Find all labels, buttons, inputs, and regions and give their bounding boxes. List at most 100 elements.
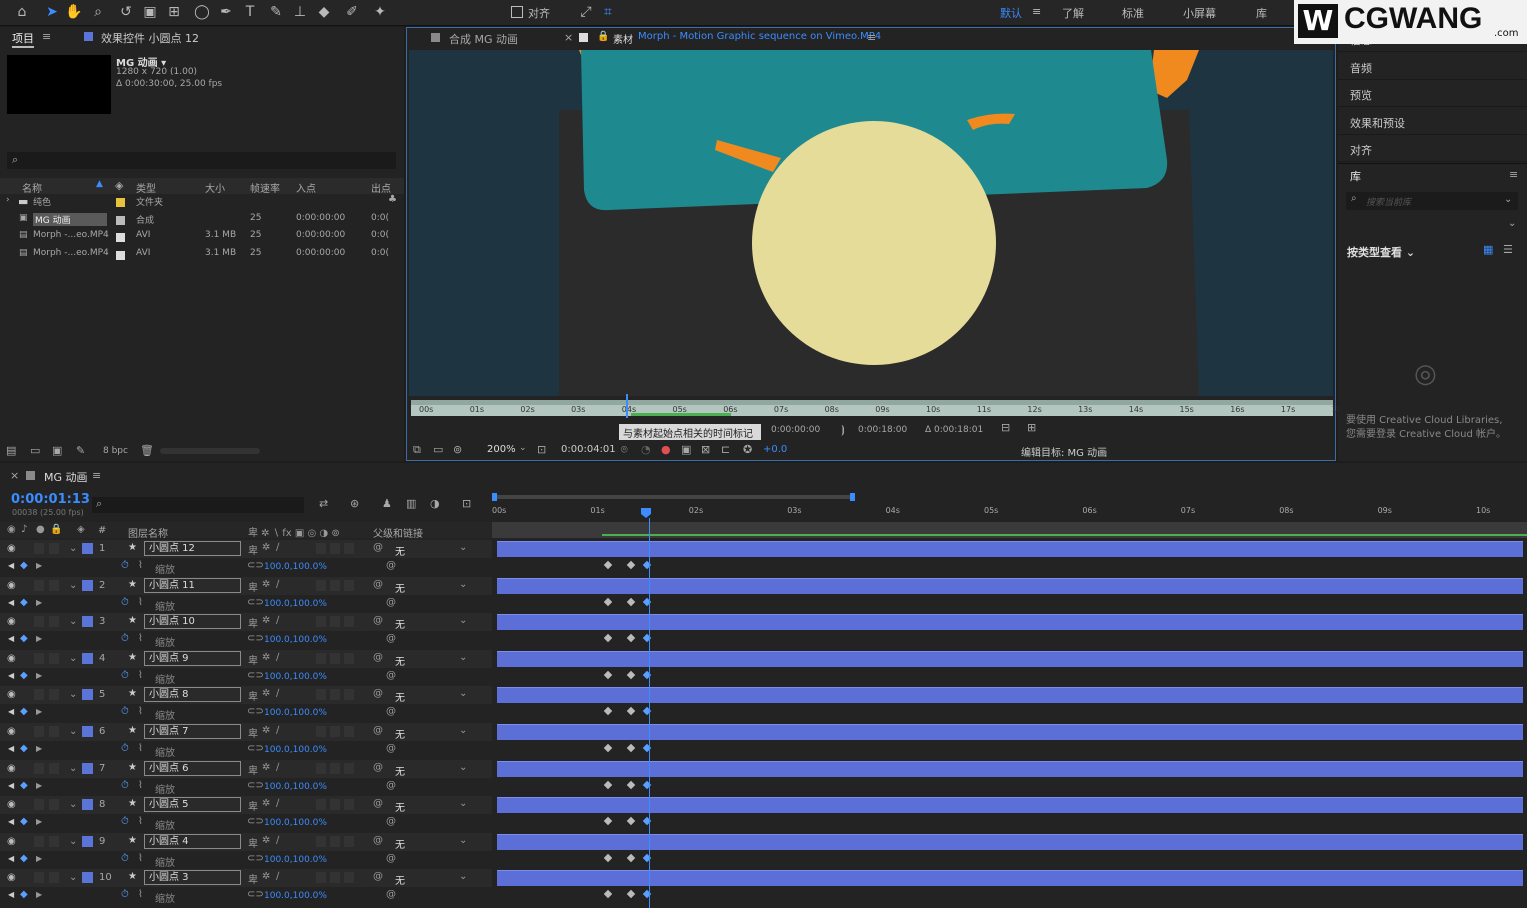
parent-select[interactable]: 无 [395,763,405,778]
layer-label-color[interactable] [82,579,93,591]
stopwatch-icon[interactable]: ⏱ [121,853,129,864]
right-panel-item[interactable]: 音频 [1350,60,1372,76]
item-label-color[interactable] [116,215,125,225]
motion-blur-switch[interactable] [330,543,340,554]
keyframe[interactable] [603,633,613,643]
3d-switch[interactable] [344,543,354,554]
add-keyframe-icon[interactable]: ◆ [20,743,28,754]
fx-switch[interactable] [316,726,326,737]
expand-chevron-down-icon[interactable]: ⌄ [69,689,77,700]
item-label-color[interactable] [116,233,125,242]
next-keyframe-icon[interactable]: ▶ [36,781,42,790]
graph-icon[interactable]: ⌇ [138,889,143,900]
solo-toggle[interactable] [34,726,44,737]
pick-whip-icon[interactable]: @ [373,762,383,773]
expand-chevron-down-icon[interactable]: ⌄ [69,580,77,591]
prev-keyframe-icon[interactable]: ◀ [8,854,14,863]
layer-duration-bar[interactable] [497,870,1523,887]
zoom-select[interactable]: 200% [487,444,516,455]
pan-behind-tool-icon[interactable]: ⊞ [164,3,184,21]
layer-duration-bar[interactable] [497,650,1523,667]
lock-toggle[interactable] [49,726,59,737]
prev-keyframe-icon[interactable]: ◀ [8,671,14,680]
stopwatch-icon[interactable]: ⏱ [121,633,129,644]
parent-chevron-down-icon[interactable]: ⌄ [459,835,467,846]
shape-tool-icon[interactable]: ◯ [192,3,212,21]
snapshot-icon[interactable]: ⌾ [621,443,628,457]
expand-chevron-down-icon[interactable]: ⌄ [69,543,77,554]
tab-footage[interactable]: Morph - Motion Graphic sequence on Vimeo… [638,31,881,42]
layer-label-color[interactable] [82,762,93,774]
motion-blur-switch[interactable] [330,616,340,628]
graph-icon[interactable]: ⌇ [138,560,143,571]
parent-select[interactable]: 无 [395,836,405,851]
parent-select[interactable]: 无 [395,616,405,631]
layer-label-color[interactable] [82,652,93,664]
solo-toggle[interactable] [34,579,44,591]
viewer-canvas[interactable] [409,50,1333,396]
layer-row[interactable]: ◉ ⌄ 7 ★ 小圆点 6 卑 ✲ ∕ @ 无 ⌄ ◀ ◆ ▶ ⏱ ⌇ 缩放 ⊂⊃ 100.0,100.0% @ [0,759,1527,797]
shy-switch-icon[interactable]: 卑 [248,835,258,850]
eye-icon[interactable]: ◉ [7,836,16,847]
expand-chevron-down-icon[interactable]: ⌄ [69,799,77,810]
viewer-menu-icon[interactable]: ≡ [867,31,876,44]
solo-toggle[interactable] [34,799,44,811]
trash-icon[interactable]: 🗑 [140,444,154,457]
next-keyframe-icon[interactable]: ▶ [36,744,42,753]
prev-keyframe-icon[interactable]: ◀ [8,707,14,716]
layer-name[interactable]: 小圆点 7 [144,724,241,739]
quality-switch-icon[interactable]: ∕ [276,835,279,846]
layer-name[interactable]: 小圆点 12 [144,541,241,556]
transparency-grid-icon[interactable]: ⊠ [701,443,710,456]
prev-keyframe-icon[interactable]: ◀ [8,890,14,899]
shy-switch-icon[interactable]: 卑 [248,871,258,886]
fx-switch[interactable] [316,872,326,884]
parent-chevron-down-icon[interactable]: ⌄ [459,652,467,663]
snap-grid-icon[interactable]: ⌗ [598,3,618,21]
fx-switch[interactable] [316,579,326,591]
graph-icon[interactable]: ⌇ [138,743,143,754]
in-point-time[interactable]: 0:00:00:00 [771,425,820,435]
layer-name[interactable]: 小圆点 11 [144,577,241,593]
expression-icon[interactable]: @ [386,560,396,571]
item-label-color[interactable] [116,198,125,207]
motion-blur-switch[interactable] [330,872,340,884]
keyframe[interactable] [603,890,613,899]
keyframe[interactable] [626,633,636,643]
add-keyframe-icon[interactable]: ◆ [20,889,28,900]
constrain-proportions-icon[interactable]: ⊂⊃ [247,816,264,827]
parent-select[interactable]: 无 [395,689,405,704]
shy-switch-icon[interactable]: 卑 [248,725,258,740]
hand-tool-icon[interactable]: ✋ [64,3,84,21]
parent-chevron-down-icon[interactable]: ⌄ [459,579,467,590]
quality-switch-icon[interactable]: ∕ [276,871,279,882]
collapse-switch-icon[interactable]: ✲ [262,835,270,846]
layer-row[interactable]: ◉ ⌄ 1 ★ 小圆点 12 卑 ✲ ∕ @ 无 ⌄ ◀ ◆ ▶ ⏱ ⌇ 缩放 ⊂⊃ 100.0,100.0% @ [0,540,1527,577]
parent-select[interactable]: 无 [395,872,405,887]
col-fps[interactable]: 帧速率 [250,180,280,195]
viewer-current-time[interactable]: 0:00:04:01 [561,444,616,455]
graph-icon[interactable]: ⌇ [138,853,143,864]
fx-switch[interactable] [316,616,326,628]
fx-switch[interactable] [316,652,326,664]
work-area-end[interactable] [850,493,855,501]
collapse-switch-icon[interactable]: ✲ [262,762,270,773]
parent-select[interactable]: 无 [395,799,405,814]
collapse-switch-icon[interactable]: ✲ [262,688,270,699]
col-in-point[interactable]: 入点 [296,180,316,195]
graph-icon[interactable]: ⌇ [138,816,143,827]
item-name[interactable]: Morph -...eo.MP4 [33,248,109,258]
layer-row[interactable]: ◉ ⌄ 10 ★ 小圆点 3 卑 ✲ ∕ @ 无 ⌄ ◀ ◆ ▶ ⏱ ⌇ 缩放 ⊂⊃ 100.0,100.0% @ [0,869,1527,906]
graph-icon[interactable]: ⌇ [138,780,143,791]
home-icon[interactable]: ⌂ [12,3,32,21]
view-by-type[interactable]: 按类型查看 ⌄ [1347,244,1415,260]
right-panel-item[interactable]: 效果和预设 [1350,115,1405,131]
3d-switch[interactable] [344,616,354,628]
expression-icon[interactable]: @ [386,853,396,864]
layer-label-color[interactable] [82,726,93,737]
layer-label-color[interactable] [82,799,93,811]
col-size[interactable]: 大小 [205,180,225,195]
lock-toggle[interactable] [49,616,59,628]
pick-whip-icon[interactable]: @ [373,652,383,663]
lock-toggle[interactable] [49,872,59,884]
